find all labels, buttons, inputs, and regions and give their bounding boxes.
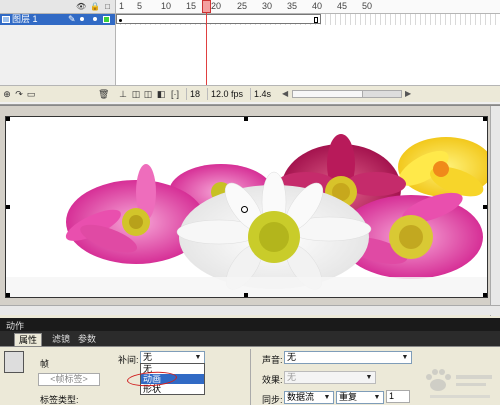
scroll-right-arrow-icon[interactable]: ▶ <box>405 89 411 98</box>
center-frame-icon[interactable]: ⊥ <box>118 89 128 99</box>
sync-select[interactable]: 数据流 ▼ <box>284 391 334 404</box>
watermark-logo <box>426 369 492 398</box>
layer-name: 图层 1 <box>12 14 38 24</box>
transform-center-point[interactable] <box>241 206 248 213</box>
effect-value: 无 <box>287 372 297 382</box>
visibility-dot[interactable] <box>80 17 84 21</box>
keyframe-end[interactable] <box>314 17 318 23</box>
sound-value: 无 <box>287 352 297 362</box>
lock-icon[interactable]: 🔒 <box>90 2 100 11</box>
ruler-tick: 40 <box>312 1 323 11</box>
layer-frames[interactable] <box>115 14 500 25</box>
chevron-down-icon[interactable]: ▼ <box>364 373 374 382</box>
chevron-down-icon[interactable]: ▼ <box>193 353 203 362</box>
label-type-label: 标签类型: <box>40 395 79 405</box>
selection-handle[interactable] <box>6 293 10 297</box>
ruler-tick: 10 <box>161 1 172 11</box>
timeline-panel: 👁 🔒 □ 1 5 10 15 20 25 30 35 40 45 50 图层 … <box>0 0 500 105</box>
selection-handle[interactable] <box>483 205 487 209</box>
selection-handle[interactable] <box>6 117 10 121</box>
stage-horizontal-scrollbar[interactable] <box>0 305 500 315</box>
layer-icon <box>2 16 10 23</box>
timeline-scroll-thumb[interactable] <box>293 91 363 97</box>
frame-ruler[interactable]: 1 5 10 15 20 25 30 35 40 45 50 <box>115 0 500 14</box>
tab-properties[interactable]: 属性 <box>14 333 43 346</box>
tab-parameters[interactable]: 参数 <box>74 333 100 346</box>
ruler-tick: 5 <box>137 1 143 11</box>
chevron-down-icon[interactable]: ▼ <box>372 393 382 402</box>
playhead-handle[interactable] <box>202 0 211 13</box>
timeline-body <box>115 25 500 85</box>
frame-label: 帧 <box>40 359 50 369</box>
properties-tabbar: 属性 滤镜 参数 <box>0 331 500 346</box>
selection-handle[interactable] <box>6 205 10 209</box>
outline-icon[interactable]: □ <box>103 2 112 11</box>
current-frame: 18 <box>186 88 203 100</box>
ruler-tick: 25 <box>237 1 248 11</box>
sync-value: 数据流 <box>287 392 315 402</box>
ruler-tick: 1 <box>119 1 125 11</box>
selection-handle[interactable] <box>244 117 248 121</box>
onion-skin-icon[interactable]: ◫ <box>131 89 141 99</box>
onion-markers-icon[interactable]: [·] <box>170 89 180 99</box>
pencil-icon: ✎ <box>68 14 76 24</box>
eye-icon[interactable]: 👁 <box>76 2 86 11</box>
frame-rate[interactable]: 12.0 fps <box>207 88 246 100</box>
keyframe-start[interactable] <box>119 19 122 22</box>
layer-header: 👁 🔒 □ <box>0 0 115 14</box>
layer-list-empty <box>0 25 115 85</box>
sound-select[interactable]: 无 ▼ <box>284 351 412 364</box>
sound-label: 声音: <box>262 355 283 365</box>
selection-handle[interactable] <box>244 293 248 297</box>
chevron-down-icon[interactable]: ▼ <box>400 353 410 362</box>
tween-label: 补间: <box>118 355 139 365</box>
edit-multiple-frames-icon[interactable]: ◧ <box>156 89 166 99</box>
timeline-scrollbar[interactable] <box>292 90 402 98</box>
timeline-statusbar: ⊕ ↷ ▭ 🗑 ⊥ ◫ ◫ ◧ [·] 18 12.0 fps 1.4s ◀ ▶ <box>0 85 500 102</box>
add-guide-icon[interactable]: ↷ <box>14 89 24 99</box>
repeat-select[interactable]: 重复 ▼ <box>336 391 384 404</box>
repeat-value: 重复 <box>339 392 358 402</box>
chevron-down-icon[interactable]: ▼ <box>322 393 332 402</box>
tab-filters[interactable]: 滤镜 <box>48 333 74 346</box>
ruler-tick: 15 <box>186 1 197 11</box>
elapsed-time: 1.4s <box>250 88 274 100</box>
stage-area <box>0 105 500 316</box>
ruler-tick: 35 <box>287 1 298 11</box>
selection-handle[interactable] <box>483 293 487 297</box>
tween-selected-value: 无 <box>143 352 153 362</box>
outline-color-square[interactable] <box>103 16 110 23</box>
lock-dot[interactable] <box>93 17 97 21</box>
stage-vertical-scrollbar[interactable] <box>490 106 500 316</box>
layer-row[interactable]: 图层 1 ✎ <box>0 14 115 25</box>
repeat-count-input[interactable]: 1 <box>386 390 410 403</box>
frame-icon <box>4 351 24 373</box>
onion-outline-icon[interactable]: ◫ <box>143 89 153 99</box>
sync-label: 同步: <box>262 395 283 405</box>
selection-handle[interactable] <box>483 117 487 121</box>
frame-span[interactable] <box>116 14 321 24</box>
insert-folder-icon[interactable]: ▭ <box>26 89 36 99</box>
insert-layer-icon[interactable]: ⊕ <box>2 89 12 99</box>
frame-label-input[interactable]: <帧标签> <box>38 373 100 386</box>
ruler-tick: 50 <box>362 1 373 11</box>
ruler-tick: 45 <box>337 1 348 11</box>
ruler-tick: 30 <box>262 1 273 11</box>
effect-select[interactable]: 无 ▼ <box>284 371 376 384</box>
delete-layer-icon[interactable]: 🗑 <box>98 89 109 99</box>
actions-panel-header[interactable]: 动作 <box>0 318 500 331</box>
panel-divider <box>250 349 251 405</box>
effect-label: 效果: <box>262 375 283 385</box>
ruler-tick: 20 <box>211 1 222 11</box>
scroll-left-arrow-icon[interactable]: ◀ <box>282 89 288 98</box>
